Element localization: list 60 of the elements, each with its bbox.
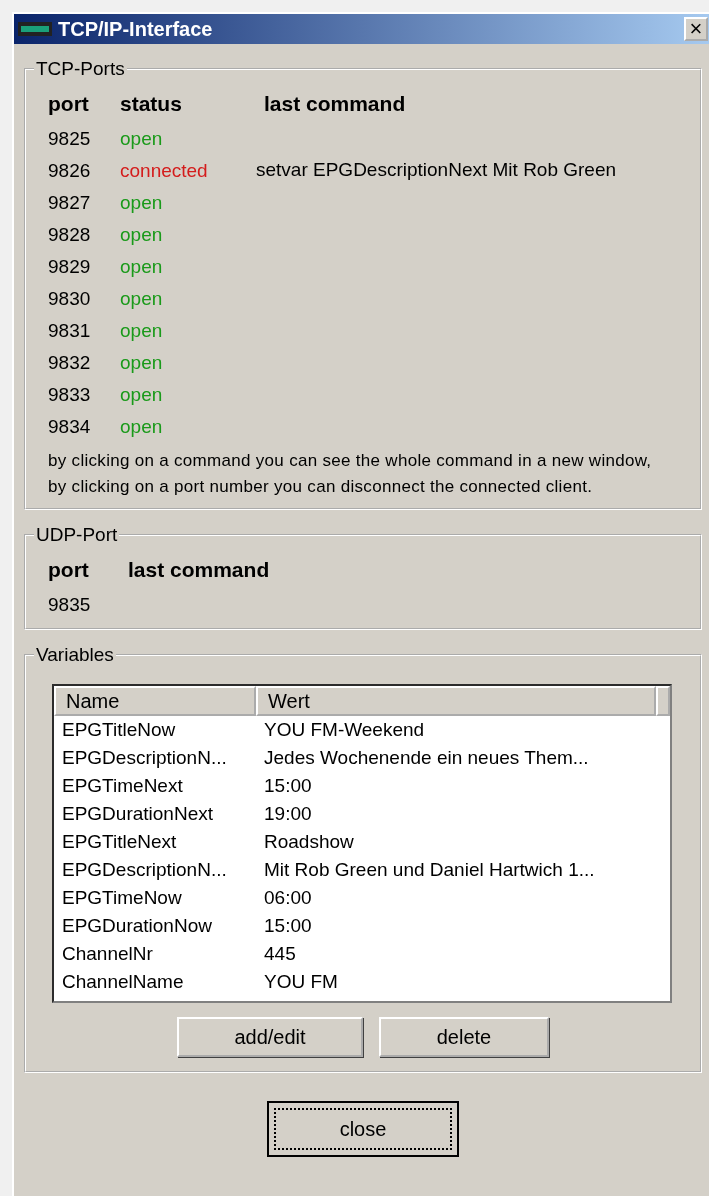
window-title: TCP/IP-Interface: [58, 17, 214, 41]
port-status: open: [120, 255, 163, 277]
port-status: open: [120, 415, 163, 437]
delete-button[interactable]: delete: [379, 1017, 549, 1057]
app-icon: [18, 22, 52, 36]
port-number: 9835: [48, 593, 91, 615]
column-header: status: [120, 92, 183, 116]
column-header: last command: [128, 558, 271, 582]
variable-value: 15:00: [264, 775, 312, 797]
variable-value: 15:00: [264, 915, 312, 937]
variable-name: ChannelNr: [62, 943, 153, 964]
port-status: open: [120, 127, 163, 149]
port-number[interactable]: 9834: [48, 415, 91, 437]
close-button[interactable]: close: [267, 1101, 459, 1157]
column-header[interactable]: Wert: [256, 686, 656, 716]
port-status: open: [120, 287, 163, 309]
add-edit-button[interactable]: add/edit: [177, 1017, 363, 1057]
hint-text: by clicking on a command you can see the whole command in a new window,: [48, 450, 653, 472]
port-status: open: [120, 191, 163, 213]
port-status: open: [120, 319, 163, 341]
group-title: Variables: [35, 644, 115, 666]
port-number[interactable]: 9826: [48, 159, 91, 181]
port-number[interactable]: 9830: [48, 287, 91, 309]
column-header: last command: [264, 92, 407, 116]
variable-value: 19:00: [264, 803, 312, 825]
port-number[interactable]: 9831: [48, 319, 91, 341]
variable-name: EPGTimeNext: [62, 775, 183, 796]
variable-value: YOU FM: [264, 971, 338, 993]
close-button[interactable]: ×: [684, 17, 708, 41]
group-title: UDP-Port: [35, 524, 119, 546]
port-number[interactable]: 9832: [48, 351, 91, 373]
variable-value: Jedes Wochenende ein neues Them...: [264, 747, 589, 769]
port-number[interactable]: 9829: [48, 255, 91, 277]
variable-value: YOU FM-Weekend: [264, 719, 425, 741]
variable-name: ChannelName: [62, 971, 184, 992]
port-status: open: [120, 351, 163, 373]
variable-name: EPGDescriptionN...: [62, 859, 227, 880]
column-header: port: [48, 92, 90, 116]
variable-value: 06:00: [264, 887, 312, 909]
variable-value: 445: [264, 943, 296, 965]
port-status: open: [120, 223, 163, 245]
port-number[interactable]: 9825: [48, 127, 91, 149]
column-header[interactable]: Name: [54, 686, 256, 716]
port-status: open: [120, 383, 163, 405]
port-number[interactable]: 9827: [48, 191, 91, 213]
group-title: TCP-Ports: [35, 58, 126, 80]
variable-name: EPGTitleNow: [62, 719, 176, 740]
hint-text: by clicking on a port number you can disconnect the connected client.: [48, 476, 594, 498]
variable-name: EPGTimeNow: [62, 887, 182, 908]
port-status: connected: [120, 159, 208, 181]
port-number[interactable]: 9833: [48, 383, 91, 405]
column-header: port: [48, 558, 90, 582]
variable-name: EPGDurationNext: [62, 803, 213, 824]
variable-value: Mit Rob Green und Daniel Hartwich 1...: [264, 859, 595, 881]
variable-name: EPGDurationNow: [62, 915, 212, 936]
variable-value: Roadshow: [264, 831, 354, 853]
last-command[interactable]: setvar EPGDescriptionNext Mit Rob Green: [256, 159, 617, 181]
variable-name: EPGTitleNext: [62, 831, 177, 852]
port-number[interactable]: 9828: [48, 223, 91, 245]
variable-name: EPGDescriptionN...: [62, 747, 227, 768]
